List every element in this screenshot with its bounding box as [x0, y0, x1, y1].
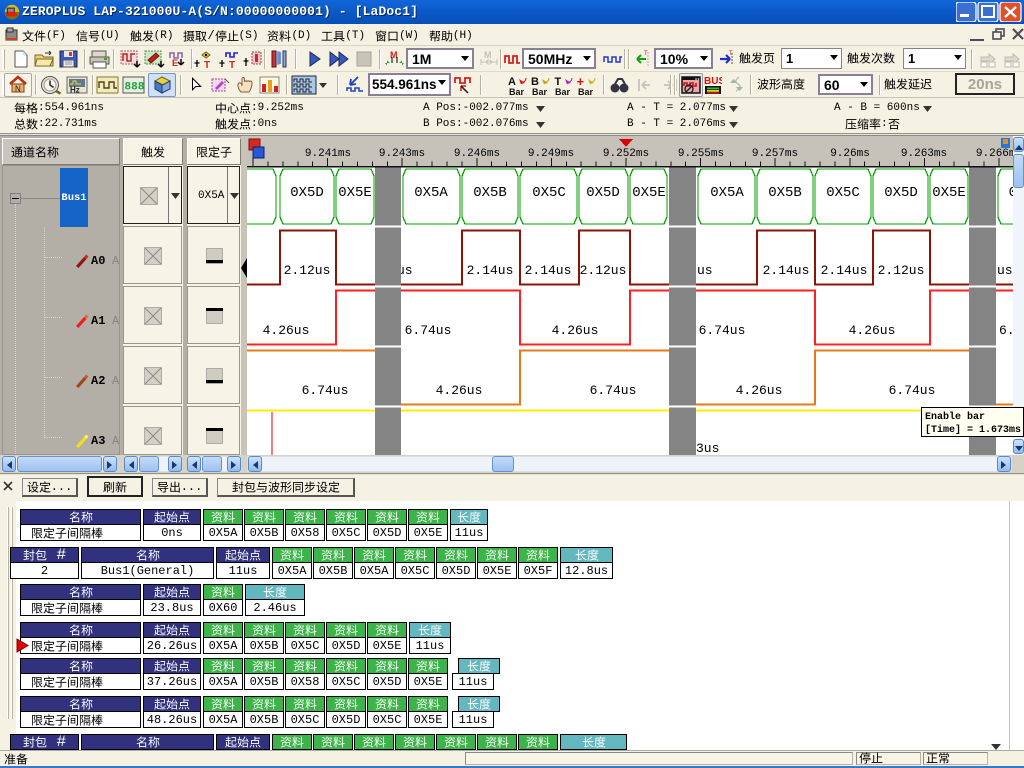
- svg-text:6.74us: 6.74us: [590, 383, 637, 398]
- svg-text:T: T: [644, 51, 648, 57]
- svg-text:us: us: [697, 263, 713, 278]
- svg-text:2.14us: 2.14us: [467, 263, 514, 278]
- svg-text:9.252ms: 9.252ms: [603, 148, 649, 160]
- svg-text:0X5E: 0X5E: [632, 185, 666, 201]
- svg-text:9.26ms: 9.26ms: [830, 148, 870, 160]
- svg-text:6.74us: 6.74us: [699, 323, 746, 338]
- svg-text:4.26us: 4.26us: [263, 323, 310, 338]
- svg-text:4.26us: 4.26us: [736, 383, 783, 398]
- svg-text:0X5A: 0X5A: [710, 185, 744, 201]
- svg-text:0X5B: 0X5B: [473, 185, 507, 201]
- svg-text:888: 888: [125, 82, 145, 94]
- svg-text:9.257ms: 9.257ms: [752, 148, 798, 160]
- svg-text:6.74us: 6.74us: [889, 383, 936, 398]
- svg-text:3us: 3us: [696, 441, 719, 455]
- svg-text:2.14us: 2.14us: [821, 263, 868, 278]
- svg-text:9.246ms: 9.246ms: [454, 148, 500, 160]
- svg-text:T: T: [729, 51, 733, 57]
- svg-text:T: T: [204, 60, 210, 69]
- svg-text:Bar: Bar: [532, 87, 548, 97]
- svg-text:Bar: Bar: [509, 87, 525, 97]
- svg-text:0X5E: 0X5E: [932, 185, 966, 201]
- svg-text:4.26us: 4.26us: [849, 323, 896, 338]
- svg-text:6.74us: 6.74us: [302, 383, 349, 398]
- svg-text:0X5D: 0X5D: [586, 185, 620, 201]
- svg-text:4.26us: 4.26us: [552, 323, 599, 338]
- svg-text:9.249ms: 9.249ms: [528, 148, 574, 160]
- svg-text:Hz: Hz: [70, 86, 80, 95]
- svg-text:us: us: [997, 263, 1013, 278]
- svg-text:Bar: Bar: [555, 87, 571, 97]
- svg-text:2.12us: 2.12us: [284, 263, 331, 278]
- svg-text:BUS: BUS: [704, 76, 722, 87]
- svg-text:4.26us: 4.26us: [436, 383, 483, 398]
- svg-text:6.74us: 6.74us: [405, 323, 452, 338]
- svg-text:9.266ms: 9.266ms: [976, 148, 1013, 160]
- svg-text:E: E: [172, 58, 178, 68]
- svg-text:9.241ms: 9.241ms: [305, 148, 351, 160]
- svg-text:M: M: [390, 50, 398, 60]
- svg-text:2.14us: 2.14us: [763, 263, 810, 278]
- svg-text:T: T: [229, 60, 235, 69]
- svg-text:0X5E: 0X5E: [338, 185, 372, 201]
- svg-text:9.243ms: 9.243ms: [379, 148, 425, 160]
- svg-text:0X5D: 0X5D: [290, 185, 324, 201]
- svg-text:0X5A: 0X5A: [414, 185, 448, 201]
- svg-text:9.263ms: 9.263ms: [901, 148, 947, 160]
- svg-text:9.255ms: 9.255ms: [678, 148, 724, 160]
- svg-text:0X5C: 0X5C: [532, 185, 566, 201]
- svg-text:2.12us: 2.12us: [878, 263, 925, 278]
- svg-text:0X5B: 0X5B: [768, 185, 802, 201]
- svg-text:Bar: Bar: [578, 87, 594, 97]
- svg-text:0X5D: 0X5D: [884, 185, 918, 201]
- svg-text:0X5C: 0X5C: [826, 185, 860, 201]
- svg-text:2.12us: 2.12us: [580, 263, 627, 278]
- svg-text:M: M: [484, 50, 492, 60]
- svg-text:6.: 6.: [999, 323, 1013, 338]
- svg-text:2.14us: 2.14us: [525, 263, 572, 278]
- svg-text:N: N: [15, 85, 21, 94]
